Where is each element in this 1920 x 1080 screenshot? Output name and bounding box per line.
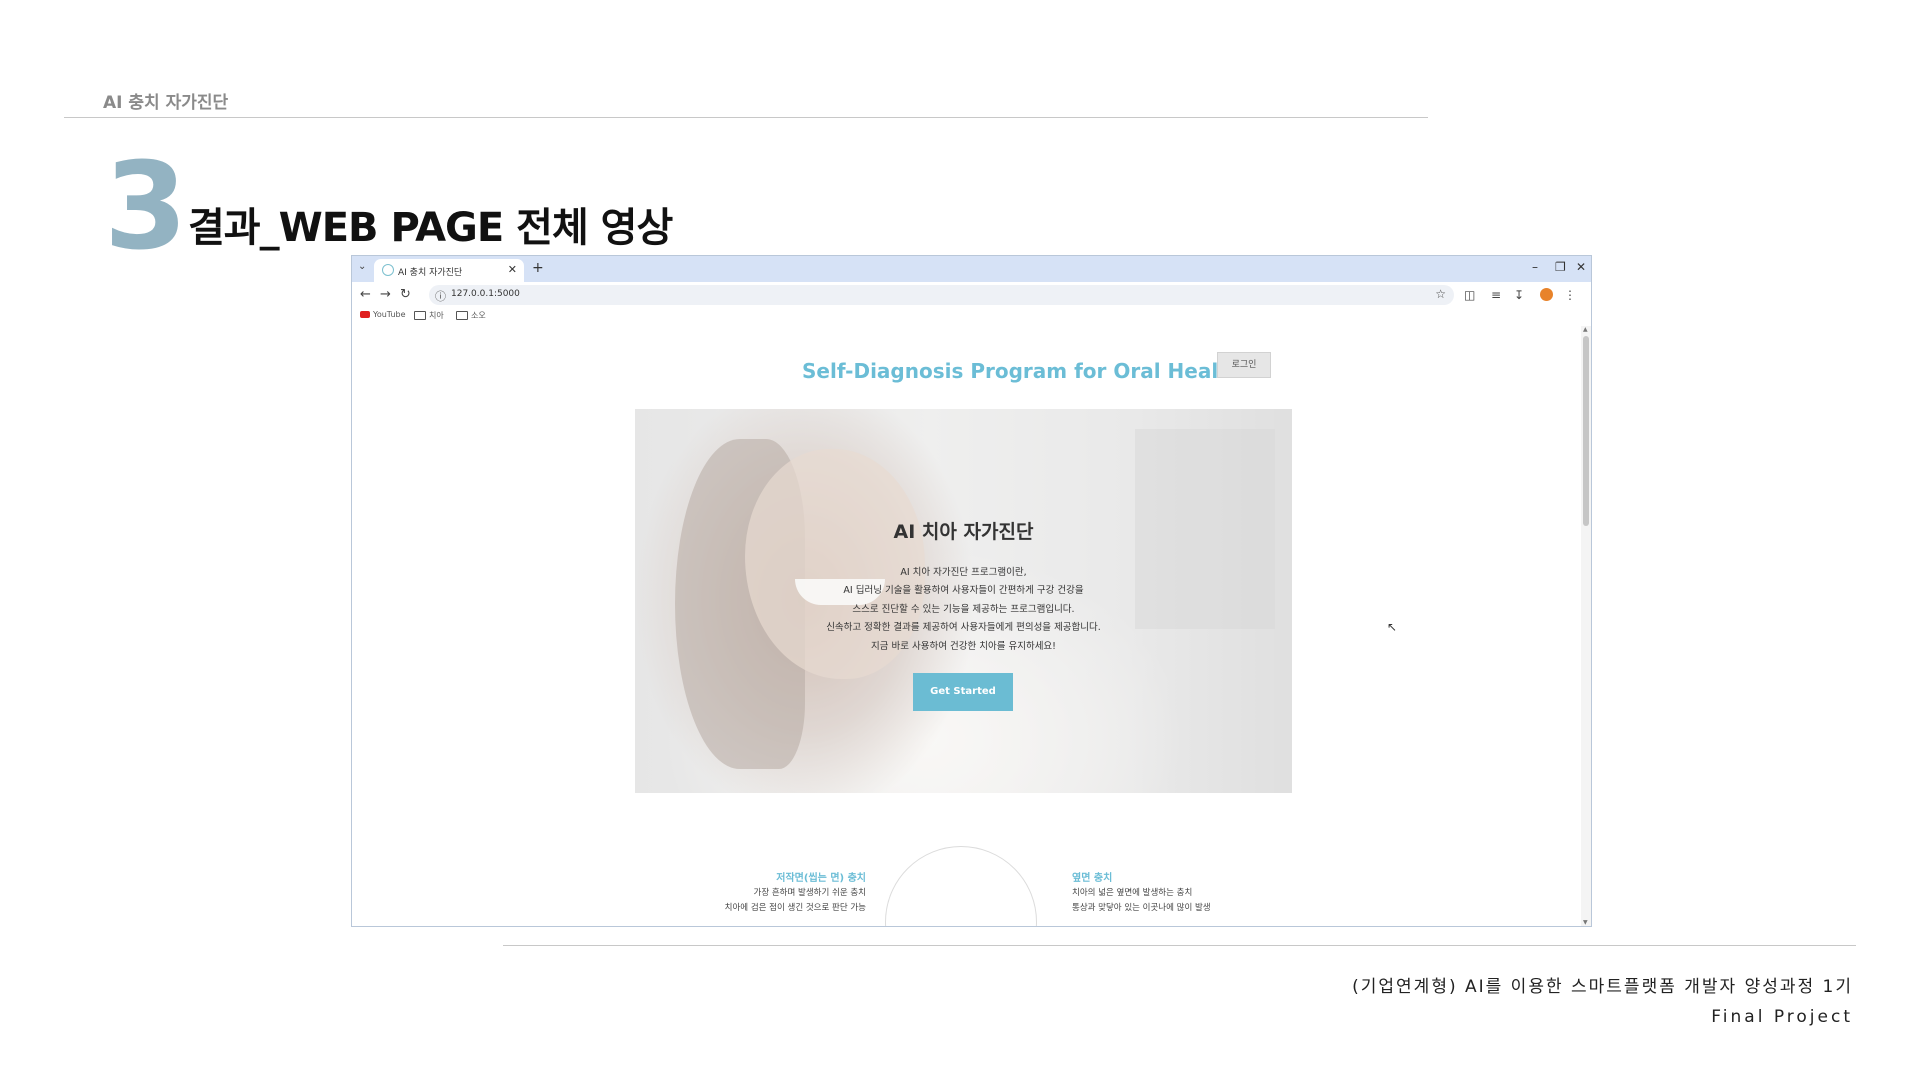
minimize-icon[interactable]: –	[1532, 260, 1538, 274]
scroll-thumb[interactable]	[1583, 336, 1589, 526]
back-icon[interactable]: ←	[360, 287, 371, 302]
download-icon[interactable]: ↧	[1514, 288, 1524, 302]
feature-illustration	[885, 846, 1037, 926]
feature-text: 통상과 맞닿아 있는 이곳나에 많이 발생	[1072, 903, 1211, 913]
restore-icon[interactable]: ❐	[1555, 260, 1566, 274]
close-tab-icon[interactable]: ✕	[508, 263, 517, 276]
hero-text-line: AI 치아 자가진단 프로그램이란,	[900, 567, 1027, 578]
extensions-icon[interactable]: ◫	[1464, 288, 1475, 302]
browser-toolbar: ← → ↻ ⓘ 127.0.0.1:5000 ☆ ◫ ≡ ↧ ⋮	[352, 282, 1591, 309]
bookmark-star-icon[interactable]: ☆	[1435, 287, 1446, 301]
site-info-icon[interactable]: ⓘ	[435, 288, 446, 304]
footer-course: (기업연계형) AI를 이용한 스마트플랫폼 개발자 양성과정 1기	[1352, 977, 1853, 997]
forward-icon[interactable]: →	[380, 287, 391, 302]
bookmark-folder-2[interactable]: 소오	[456, 310, 486, 321]
section-number: 3	[104, 138, 187, 277]
folder-icon	[456, 311, 468, 320]
scroll-up-icon[interactable]: ▲	[1583, 326, 1588, 333]
hero-text-line: 신속하고 정확한 결과를 제공하여 사용자들에게 편의성을 제공합니다.	[826, 622, 1101, 633]
youtube-icon	[360, 311, 370, 318]
tab-title: AI 충치 자가진단	[398, 268, 463, 278]
feature-text: 치아에 검은 점이 생긴 것으로 판단 가능	[724, 903, 866, 913]
reload-icon[interactable]: ↻	[400, 287, 411, 302]
bookmarks-bar: YouTube 치아 소오	[352, 309, 1591, 325]
footer-divider	[503, 945, 1856, 946]
page-viewport: Self-Diagnosis Program for Oral Health 로…	[352, 326, 1581, 926]
scroll-down-icon[interactable]: ▼	[1583, 919, 1588, 926]
mouse-cursor-icon: ↖	[1387, 620, 1398, 634]
feature-text: 치아의 넓은 옆면에 발생하는 충치	[1072, 888, 1193, 898]
feature-title-proximal: 옆면 충치	[1072, 873, 1113, 884]
hero-banner: AI 치아 자가진단 AI 치아 자가진단 프로그램이란, AI 딥러닝 기술을…	[635, 409, 1292, 793]
close-window-icon[interactable]: ✕	[1576, 260, 1586, 274]
feature-title-occlusal: 저작면(씹는 면) 충치	[776, 873, 866, 884]
get-started-button[interactable]: Get Started	[913, 673, 1013, 711]
section-title: 결과_WEB PAGE 전체 영상	[188, 205, 673, 251]
site-title[interactable]: Self-Diagnosis Program for Oral Health	[802, 359, 1242, 383]
bookmark-youtube[interactable]: YouTube	[360, 310, 406, 319]
browser-tab[interactable]: AI 충치 자가진단 ✕	[374, 259, 524, 282]
slide-header: AI 충치 자가진단	[103, 93, 229, 113]
bookmark-folder-1[interactable]: 치아	[414, 310, 444, 321]
login-button[interactable]: 로그인	[1217, 352, 1271, 378]
favicon-icon	[382, 264, 394, 276]
new-tab-icon[interactable]: +	[532, 260, 544, 276]
hero-text-line: 스스로 진단할 수 있는 기능을 제공하는 프로그램입니다.	[852, 604, 1075, 615]
feature-text: 가장 흔하며 발생하기 쉬운 충치	[753, 888, 866, 898]
hero-heading: AI 치아 자가진단	[893, 521, 1034, 543]
profile-avatar[interactable]	[1540, 288, 1553, 301]
browser-window: ⌄ AI 충치 자가진단 ✕ + – ❐ ✕ ← → ↻ ⓘ 127.0.0.1…	[351, 255, 1592, 927]
tab-search-icon[interactable]: ⌄	[358, 261, 366, 272]
menu-icon[interactable]: ⋮	[1564, 288, 1576, 302]
page-scrollbar[interactable]: ▲ ▼	[1581, 326, 1591, 926]
folder-icon	[414, 311, 426, 320]
footer-project: Final Project	[1711, 1007, 1853, 1027]
header-divider	[64, 117, 1428, 118]
url-text: 127.0.0.1:5000	[451, 289, 520, 299]
hero-text-line: 지금 바로 사용하여 건강한 치아를 유지하세요!	[871, 641, 1056, 652]
address-bar[interactable]: ⓘ 127.0.0.1:5000 ☆	[429, 285, 1454, 305]
hero-text-line: AI 딥러닝 기술을 활용하여 사용자들이 간편하게 구강 건강을	[843, 585, 1084, 596]
media-icon[interactable]: ≡	[1491, 288, 1501, 302]
tab-bar: ⌄ AI 충치 자가진단 ✕ + – ❐ ✕	[352, 256, 1591, 282]
